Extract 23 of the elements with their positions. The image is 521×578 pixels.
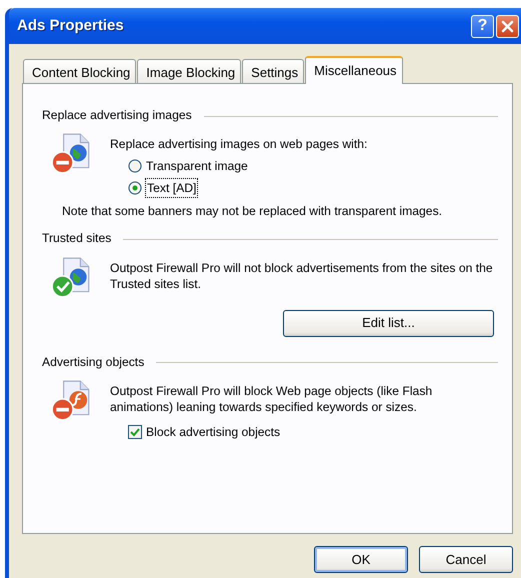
note-text: Note that some banners may not be replaced with transparent images. — [62, 203, 444, 220]
radio-label[interactable]: Transparent image — [146, 156, 248, 175]
tab[interactable]: Image Blocking — [137, 59, 242, 83]
description-text: Outpost Firewall Pro will block Web page objects (like Flash animations) leaning towards specified keywords or sizes. — [110, 382, 434, 415]
window-title: Ads Properties — [17, 16, 125, 36]
description-text: Outpost Firewall Pro will not block advertisements from the sites on the Trusted sites list. — [110, 260, 494, 292]
close-icon — [501, 20, 514, 32]
dialog-button[interactable]: Cancel — [419, 546, 513, 573]
radio-button[interactable] — [128, 158, 142, 173]
edit-list-button[interactable]: Edit list... — [283, 310, 494, 337]
radio-button[interactable] — [128, 180, 142, 195]
tab[interactable]: Miscellaneous — [305, 56, 403, 84]
checkbox[interactable] — [128, 425, 142, 440]
description-text: Replace advertising images on web pages with: — [110, 136, 368, 152]
tab[interactable]: Content Blocking — [23, 59, 136, 83]
section-title: Trusted sites — [42, 230, 112, 248]
close-button[interactable] — [496, 14, 519, 38]
section-title: Advertising objects — [42, 354, 144, 371]
section-title: Replace advertising images — [42, 107, 192, 124]
tab[interactable]: Settings — [242, 59, 304, 83]
dialog-button[interactable]: OK — [314, 546, 408, 573]
radio-label[interactable]: Text [AD] — [146, 178, 198, 197]
checkbox-label[interactable]: Block advertising objects — [146, 423, 280, 442]
